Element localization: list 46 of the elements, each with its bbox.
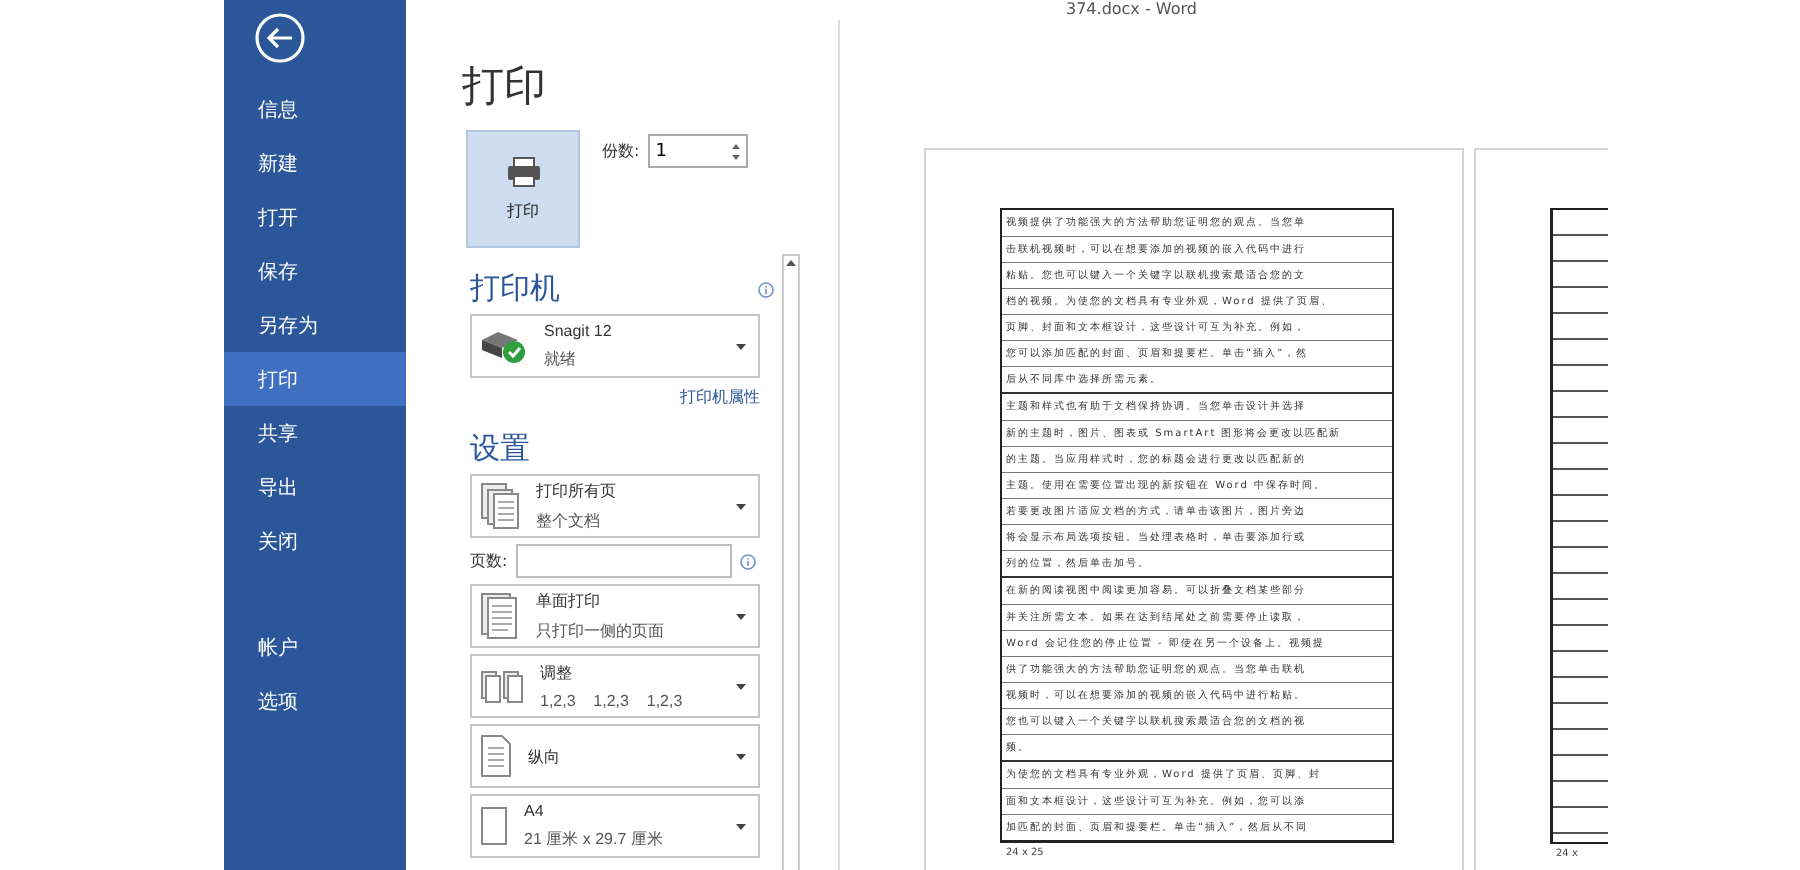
scrollbar[interactable] (782, 254, 800, 870)
pages-input[interactable] (515, 544, 732, 578)
caret-icon (736, 683, 746, 689)
settings-dropdown[interactable]: 打印所有页 整个文档 (470, 474, 760, 538)
copies-label: 份数: (602, 140, 640, 162)
caret-icon (736, 613, 746, 619)
sidebar-item[interactable]: 导出 (224, 460, 406, 514)
scroll-up-icon (786, 260, 796, 266)
printer-properties-link[interactable]: 打印机属性 (680, 386, 760, 408)
print-button[interactable]: 打印 (466, 130, 580, 248)
sidebar-item[interactable]: 选项 (224, 674, 406, 728)
back-button[interactable] (254, 12, 306, 64)
settings-dropdown[interactable]: 纵向 (470, 724, 760, 788)
sidebar-item[interactable]: 打印 (224, 352, 406, 406)
sidebar-item[interactable]: 共享 (224, 406, 406, 460)
sidebar-item[interactable]: 打开 (224, 190, 406, 244)
blank-page-icon (480, 806, 508, 846)
pages-label: 页数: (470, 550, 508, 572)
sidebar-item[interactable]: 信息 (224, 82, 406, 136)
pages-stack-icon (480, 482, 520, 530)
copies-spinner[interactable]: 1 (647, 134, 748, 168)
settings-dropdown[interactable]: 调整 1,2,3 1,2,3 1,2,3 (470, 654, 760, 718)
sidebar-item[interactable]: 保存 (224, 244, 406, 298)
collate-pages-icon (480, 668, 524, 704)
caret-icon (736, 343, 746, 349)
page-title: 打印 (462, 60, 548, 114)
settings-dropdown[interactable]: 单面打印 只打印一侧的页面 (470, 584, 760, 648)
portrait-page-icon (480, 734, 512, 778)
section-heading: 设置 (470, 430, 532, 468)
printer-ready-icon (480, 328, 528, 364)
caret-icon (736, 753, 746, 759)
info-icon (758, 281, 774, 297)
caret-icon (736, 823, 746, 829)
sidebar-item[interactable]: 新建 (224, 136, 406, 190)
printer-dropdown[interactable]: Snagit 12 就绪 (470, 314, 760, 378)
sidebar-item[interactable]: 关闭 (224, 514, 406, 568)
info-icon (739, 553, 756, 569)
section-heading: 打印机 (470, 270, 560, 308)
caret-icon (736, 503, 746, 509)
printer-icon (505, 156, 541, 188)
sidebar-item[interactable]: 帐户 (224, 620, 406, 674)
settings-dropdown[interactable]: A4 21 厘米 x 29.7 厘米 (470, 794, 760, 858)
document-icon (480, 592, 520, 640)
window-title: 374.docx - Word (1064, 0, 1199, 20)
sidebar-item[interactable]: 另存为 (224, 298, 406, 352)
spinner-arrows-icon (731, 141, 740, 161)
